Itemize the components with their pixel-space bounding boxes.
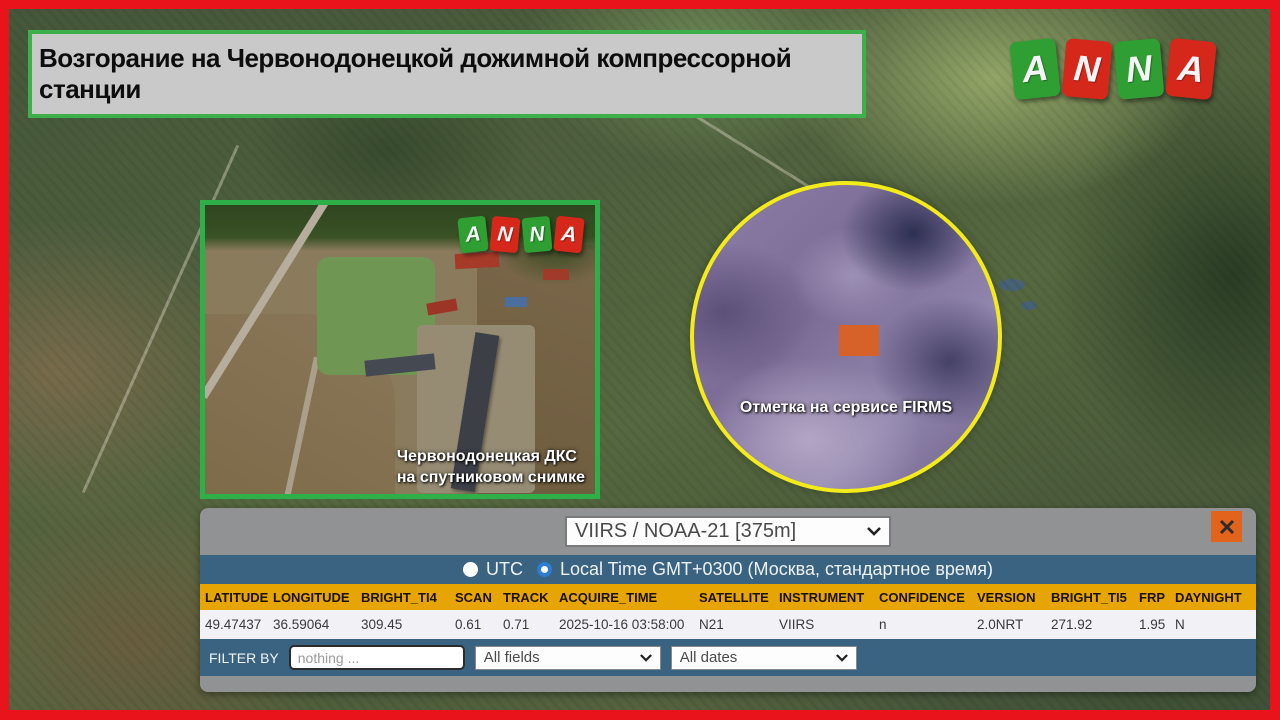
cell-confidence: n <box>874 617 972 632</box>
radio-selected-icon <box>537 562 552 577</box>
filter-row: FILTER BY All fields All dates <box>200 639 1256 676</box>
logo-tile: N <box>522 216 553 253</box>
cell-frp: 1.95 <box>1134 617 1170 632</box>
radio-icon <box>463 562 478 577</box>
col-header-bright-ti4[interactable]: BRIGHT_TI4 <box>356 590 450 605</box>
col-header-longitude[interactable]: LONGITUDE <box>268 590 356 605</box>
col-header-version[interactable]: VERSION <box>972 590 1046 605</box>
map-lake <box>1021 301 1037 310</box>
col-header-scan[interactable]: SCAN <box>450 590 498 605</box>
col-header-satellite[interactable]: SATELLITE <box>694 590 774 605</box>
radio-utc-label: UTC <box>486 559 523 580</box>
field-select-value: All fields <box>484 649 634 666</box>
logo-tile: A <box>457 216 489 254</box>
col-header-daynight[interactable]: DAYNIGHT <box>1170 590 1254 605</box>
chevron-down-icon <box>867 527 881 536</box>
inset-caption-line2: на спутниковом снимке <box>397 467 585 488</box>
cell-latitude: 49.47437 <box>200 617 268 632</box>
filter-label: FILTER BY <box>209 650 279 666</box>
cell-instrument: VIIRS <box>774 617 874 632</box>
cell-version: 2.0NRT <box>972 617 1046 632</box>
col-header-instrument[interactable]: INSTRUMENT <box>774 590 874 605</box>
date-select-value: All dates <box>680 649 830 666</box>
col-header-acquire-time[interactable]: ACQUIRE_TIME <box>554 590 694 605</box>
title-text: Возгорание на Червонодонецкой дожимной к… <box>39 43 862 105</box>
chevron-down-icon <box>640 654 652 662</box>
col-header-frp[interactable]: FRP <box>1134 590 1170 605</box>
dataset-select[interactable]: VIIRS / NOAA-21 [375m] <box>565 516 891 547</box>
logo-tile: N <box>1062 38 1113 100</box>
cell-longitude: 36.59064 <box>268 617 356 632</box>
col-header-confidence[interactable]: CONFIDENCE <box>874 590 972 605</box>
time-mode-row: UTC Local Time GMT+0300 (Москва, стандар… <box>200 555 1256 584</box>
logo-tile: A <box>1009 38 1061 100</box>
cell-track: 0.71 <box>498 617 554 632</box>
col-header-bright-ti5[interactable]: BRIGHT_TI5 <box>1046 590 1134 605</box>
anna-logo-inset: A N N A <box>459 217 583 252</box>
firms-caption: Отметка на сервисе FIRMS <box>694 399 998 417</box>
col-header-track[interactable]: TRACK <box>498 590 554 605</box>
logo-tile: A <box>553 216 585 254</box>
fire-detection-marker <box>839 325 879 356</box>
firms-data-panel: VIIRS / NOAA-21 [375m] UTC Local Time GM… <box>200 508 1256 692</box>
cell-bright-ti4: 309.45 <box>356 617 450 632</box>
close-button[interactable] <box>1211 511 1242 542</box>
close-icon <box>1218 518 1236 536</box>
logo-tile: A <box>1165 38 1217 100</box>
radio-local-label: Local Time GMT+0300 (Москва, стандартное… <box>560 559 993 580</box>
inset-building <box>505 297 527 307</box>
panel-top-bar: VIIRS / NOAA-21 [375m] <box>200 508 1256 555</box>
anna-logo: A N N A <box>1012 40 1214 98</box>
table-header-row: LATITUDE LONGITUDE BRIGHT_TI4 SCAN TRACK… <box>200 584 1256 610</box>
cell-satellite: N21 <box>694 617 774 632</box>
map-lake <box>999 279 1025 291</box>
radio-utc[interactable]: UTC <box>463 559 523 580</box>
filter-input[interactable] <box>289 645 465 670</box>
inset-caption-line1: Червонодонецкая ДКС <box>397 446 585 467</box>
cell-daynight: N <box>1170 617 1254 632</box>
field-select[interactable]: All fields <box>475 646 661 670</box>
cell-acquire-time: 2025-10-16 03:58:00 <box>554 617 694 632</box>
inset-caption: Червонодонецкая ДКС на спутниковом снимк… <box>397 446 585 488</box>
logo-tile: N <box>490 216 521 253</box>
cell-scan: 0.61 <box>450 617 498 632</box>
radio-local-time[interactable]: Local Time GMT+0300 (Москва, стандартное… <box>537 559 993 580</box>
inset-building <box>455 252 500 269</box>
panel-bottom-bar <box>200 676 1256 692</box>
date-select[interactable]: All dates <box>671 646 857 670</box>
col-header-latitude[interactable]: LATITUDE <box>200 590 268 605</box>
chevron-down-icon <box>836 654 848 662</box>
cell-bright-ti5: 271.92 <box>1046 617 1134 632</box>
dataset-select-value: VIIRS / NOAA-21 [375m] <box>575 520 861 543</box>
title-banner: Возгорание на Червонодонецкой дожимной к… <box>28 30 866 118</box>
inset-building <box>543 269 569 280</box>
firms-highlight-circle: Отметка на сервисе FIRMS <box>690 181 1002 493</box>
satellite-inset: A N N A Червонодонецкая ДКС на спутников… <box>200 200 600 499</box>
table-row[interactable]: 49.47437 36.59064 309.45 0.61 0.71 2025-… <box>200 610 1256 639</box>
logo-tile: N <box>1114 38 1165 100</box>
